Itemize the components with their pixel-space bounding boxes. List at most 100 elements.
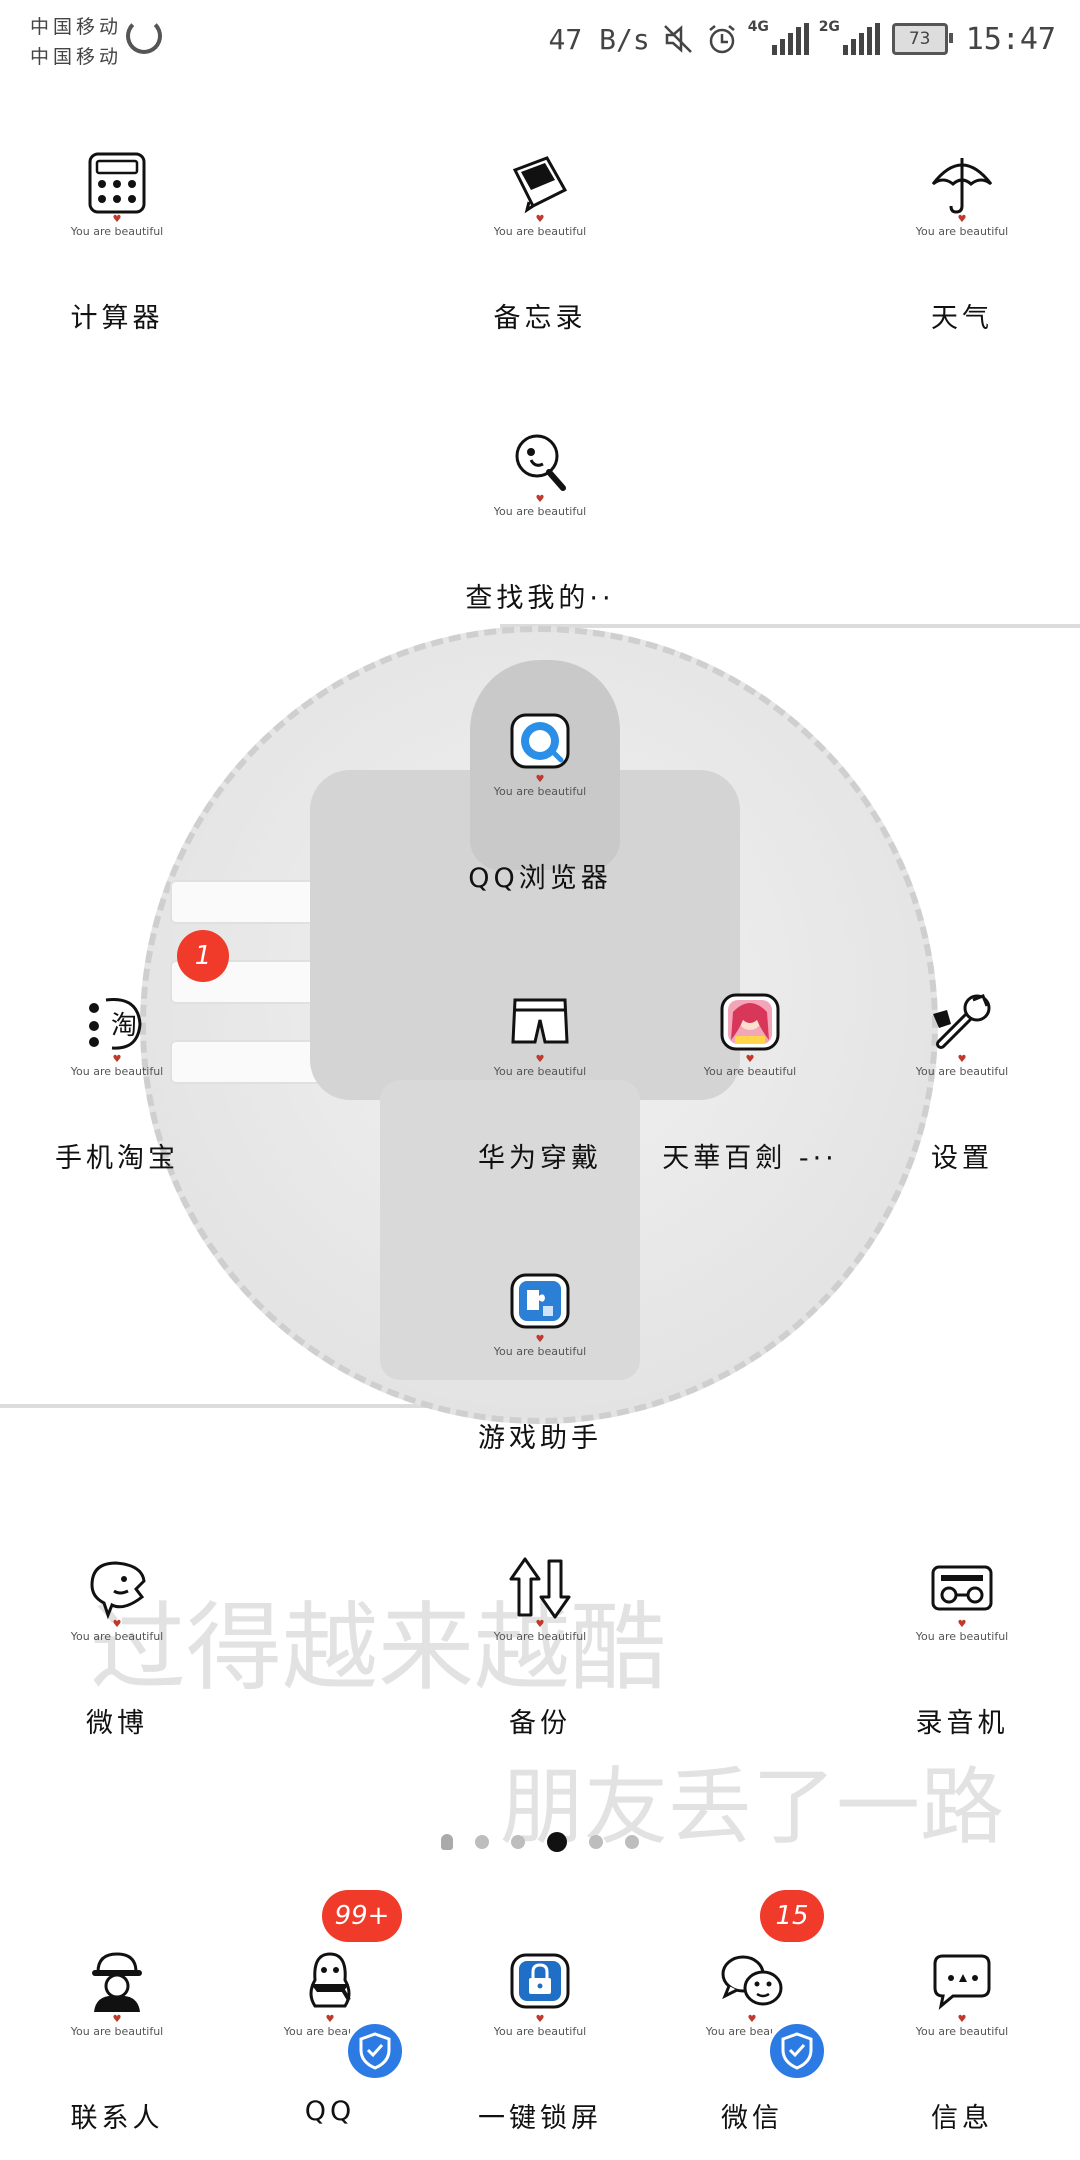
- icon-tagline: You are beautiful: [493, 1065, 587, 1078]
- notification-badge: 99+: [322, 1890, 402, 1942]
- carrier-label-1: 中国移动: [30, 16, 123, 38]
- magnifier-icon: [515, 434, 566, 491]
- page-dot[interactable]: [475, 1835, 489, 1849]
- qq-browser-icon: [510, 713, 570, 769]
- dock-lock-screen[interactable]: ♥ You are beautiful 一键锁屏: [440, 1950, 640, 2135]
- notification-badge: 1: [177, 930, 229, 982]
- app-label: 微博: [86, 1708, 148, 1739]
- icon-tagline: You are beautiful: [493, 785, 587, 798]
- wallpaper-line: [500, 624, 1080, 628]
- page-dot[interactable]: [589, 1835, 603, 1849]
- page-dot-hint[interactable]: [441, 1834, 453, 1850]
- app-weather[interactable]: ♥ You are beautiful 天气: [862, 150, 1062, 335]
- page-dot[interactable]: [625, 1835, 639, 1849]
- icon-tagline: You are beautiful: [493, 1345, 587, 1358]
- contacts-person-icon: [92, 1952, 142, 2012]
- app-label: 游戏助手: [478, 1423, 602, 1454]
- game-avatar-icon: [720, 993, 780, 1051]
- app-label: 微信: [721, 2103, 783, 2134]
- heart-icon: ♥: [535, 1619, 545, 1630]
- app-taobao[interactable]: 淘 ♥ You are beautiful 1 手机淘宝: [17, 930, 229, 1175]
- status-bar: 中国移动 中国移动 47 B/s 4G 2G 73 15:47: [0, 0, 1080, 80]
- app-weibo[interactable]: ♥ You are beautiful 微博: [17, 1555, 217, 1740]
- qq-penguin-icon: [309, 1952, 351, 2008]
- app-huawei-wear[interactable]: ♥ You are beautiful 华为穿戴: [440, 990, 640, 1175]
- calculator-icon: [88, 152, 146, 214]
- battery-level: 73: [908, 29, 931, 49]
- heart-icon: ♥: [747, 2014, 757, 2025]
- heart-icon: ♥: [535, 2014, 545, 2025]
- shorts-icon: [511, 998, 569, 1044]
- app-tianhua[interactable]: ♥ You are beautiful 天華百劍 -··: [650, 990, 850, 1175]
- app-label: 录音机: [915, 1708, 1009, 1739]
- icon-tagline: You are beautiful: [915, 2025, 1009, 2038]
- icon-tagline: You are beautiful: [493, 1630, 587, 1643]
- icon-tagline: You are beautiful: [915, 225, 1009, 238]
- heart-icon: ♥: [535, 214, 545, 225]
- page-dot-active[interactable]: [547, 1832, 567, 1852]
- dock-wechat[interactable]: ♥ You are beautiful 15 微信: [652, 1890, 852, 2135]
- app-label: QQ: [304, 2096, 356, 2127]
- heart-icon: ♥: [535, 1054, 545, 1065]
- app-label: 查找我的··: [465, 583, 615, 614]
- icon-tagline: You are beautiful: [70, 1065, 164, 1078]
- app-label: 一键锁屏: [478, 2103, 602, 2134]
- umbrella-icon: [931, 158, 993, 214]
- icon-tagline: You are beautiful: [70, 1630, 164, 1643]
- svg-text:淘: 淘: [111, 1011, 137, 1041]
- heart-icon: ♥: [745, 1054, 755, 1065]
- heart-icon: ♥: [957, 214, 967, 225]
- icon-tagline: You are beautiful: [70, 225, 164, 238]
- app-label: 手机淘宝: [55, 1143, 179, 1174]
- shield-check-icon: [766, 2020, 828, 2082]
- icon-tagline: You are beautiful: [493, 2025, 587, 2038]
- taobao-icon: 淘: [89, 998, 142, 1050]
- app-find-my[interactable]: ♥ You are beautiful 查找我的··: [440, 430, 640, 615]
- app-label: 华为穿戴: [478, 1143, 602, 1174]
- shield-check-icon: [344, 2020, 406, 2082]
- signal-2g-label: 2G: [818, 19, 840, 35]
- app-settings[interactable]: ♥ You are beautiful 设置: [862, 990, 1062, 1175]
- network-speed: 47 B/s: [548, 22, 650, 56]
- dock-qq[interactable]: ♥ You are beautiful 99+ QQ: [230, 1890, 430, 2127]
- up-down-arrows-icon: [509, 1557, 571, 1619]
- app-label: 备忘录: [493, 303, 587, 334]
- app-memo[interactable]: ♥ You are beautiful 备忘录: [440, 150, 640, 335]
- app-backup[interactable]: ♥ You are beautiful 备份: [440, 1555, 640, 1740]
- dock-contacts[interactable]: ♥ You are beautiful 联系人: [17, 1950, 217, 2135]
- heart-icon: ♥: [112, 214, 122, 225]
- heart-icon: ♥: [325, 2014, 335, 2025]
- cassette-icon: [931, 1565, 993, 1611]
- icon-tagline: You are beautiful: [70, 2025, 164, 2038]
- heart-icon: ♥: [112, 1054, 122, 1065]
- icon-tagline: You are beautiful: [493, 225, 587, 238]
- message-bubble-icon: [933, 1954, 991, 2010]
- app-label: 天气: [931, 303, 993, 334]
- app-recorder[interactable]: ♥ You are beautiful 录音机: [862, 1555, 1062, 1740]
- app-qq-browser[interactable]: ♥ You are beautiful QQ浏览器: [440, 710, 640, 895]
- dock-messages[interactable]: ♥ You are beautiful 信息: [862, 1950, 1062, 2135]
- loading-icon: [126, 18, 162, 54]
- clock: 15:47: [965, 21, 1056, 57]
- puzzle-icon: [510, 1273, 570, 1329]
- app-label: 联系人: [70, 2103, 164, 2134]
- wrench-icon: [933, 994, 991, 1049]
- wechat-bubbles-icon: [721, 1955, 783, 2006]
- icon-tagline: You are beautiful: [703, 1065, 797, 1078]
- heart-icon: ♥: [535, 494, 545, 505]
- mute-icon: [663, 25, 692, 53]
- app-label: QQ浏览器: [468, 863, 612, 894]
- heart-icon: ♥: [957, 1054, 967, 1065]
- signal-4g-label: 4G: [747, 19, 769, 35]
- icon-tagline: You are beautiful: [915, 1630, 1009, 1643]
- icon-tagline: You are beautiful: [915, 1065, 1009, 1078]
- app-calculator[interactable]: ♥ You are beautiful 计算器: [17, 150, 217, 335]
- app-game-assistant[interactable]: ♥ You are beautiful 游戏助手: [440, 1270, 640, 1455]
- signal-4g-icon: 4G: [748, 19, 809, 55]
- page-dot[interactable]: [511, 1835, 525, 1849]
- heart-icon: ♥: [957, 2014, 967, 2025]
- heart-icon: ♥: [957, 1619, 967, 1630]
- page-indicator[interactable]: [0, 1832, 1080, 1852]
- app-label: 设置: [931, 1143, 993, 1174]
- app-label: 备份: [509, 1708, 571, 1739]
